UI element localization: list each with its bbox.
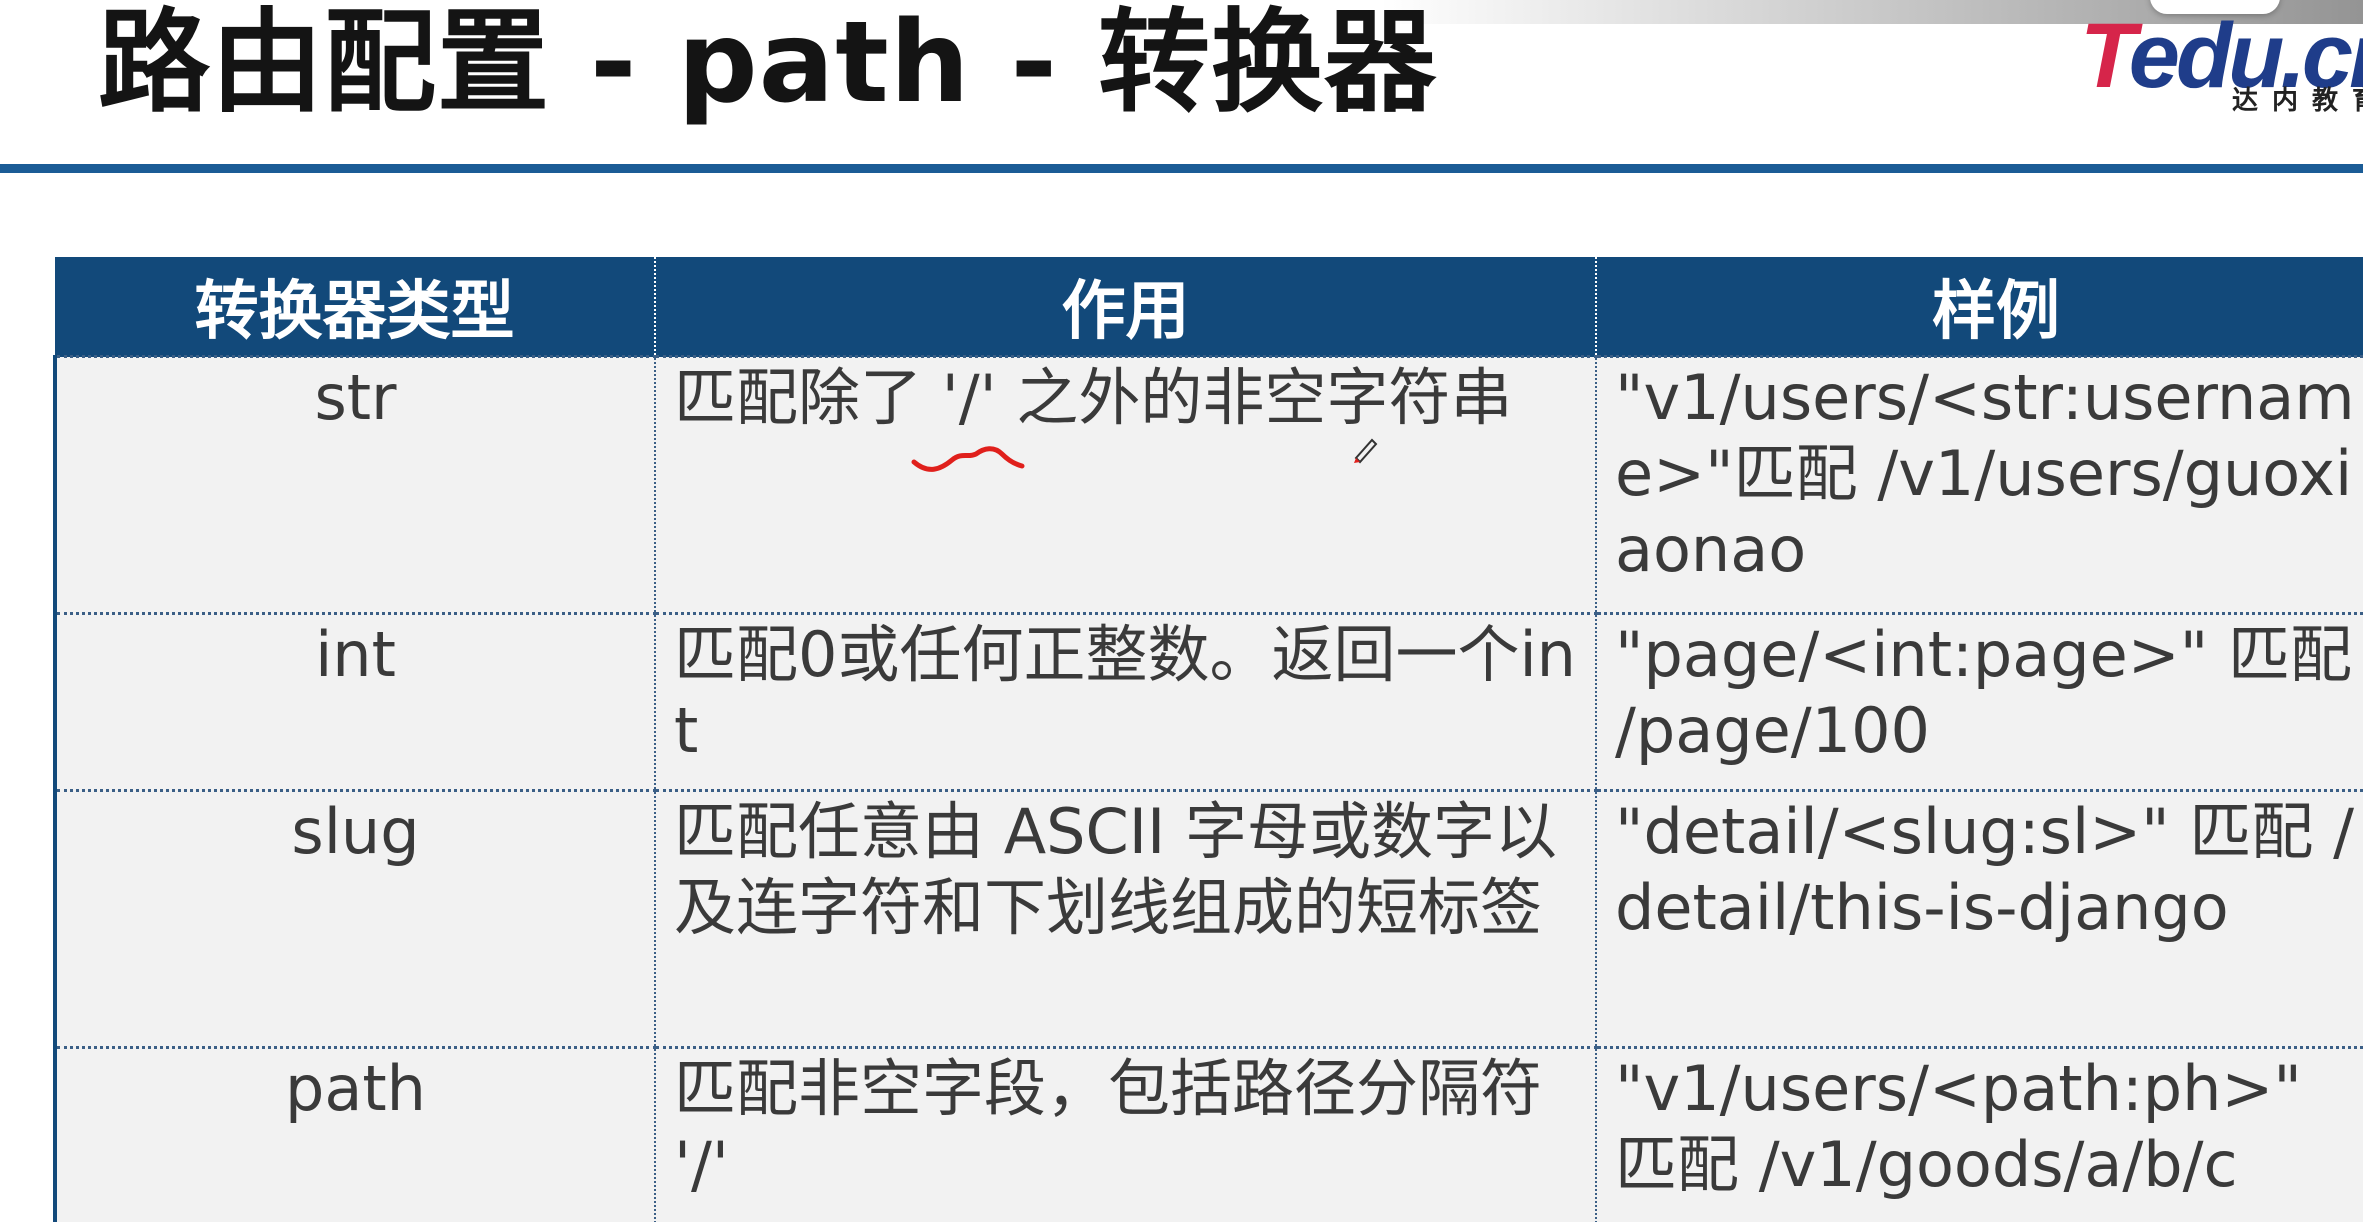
- converter-table: 转换器类型 作用 样例 str 匹配除了 '/' 之外的非空字符串 "v1/us…: [53, 257, 2363, 1222]
- table-header-row: 转换器类型 作用 样例: [55, 257, 2363, 357]
- logo-letter-t: T: [2080, 5, 2133, 107]
- cell-example: "v1/users/<str:username>"匹配 /v1/users/gu…: [1595, 355, 2363, 614]
- converter-table-container: 转换器类型 作用 样例 str 匹配除了 '/' 之外的非空字符串 "v1/us…: [53, 257, 2363, 1222]
- logo-subtitle: 达内教育: [2232, 86, 2363, 116]
- header-divider: [0, 164, 2363, 173]
- tedu-logo: Tedu.cn 达内教育: [2080, 8, 2363, 118]
- table-row: slug 匹配任意由 ASCII 字母或数字以及连字符和下划线组成的短标签 "d…: [53, 789, 2363, 1048]
- slide-header: 路由配置 - path - 转换器 Tedu.cn 达内教育: [0, 0, 2363, 173]
- table-row: str 匹配除了 '/' 之外的非空字符串 "v1/users/<str:use…: [53, 355, 2363, 614]
- header-purpose: 作用: [654, 257, 1596, 357]
- cell-example: "detail/<slug:sl>" 匹配 /detail/this-is-dj…: [1595, 789, 2363, 1048]
- slide-title: 路由配置 - path - 转换器: [98, 0, 1437, 128]
- table-row: int 匹配0或任何正整数。返回一个int "page/<int:page>" …: [53, 612, 2363, 791]
- cell-type: str: [53, 355, 655, 614]
- cell-purpose: 匹配非空字段，包括路径分隔符 '/': [654, 1046, 1596, 1222]
- cell-type: int: [53, 612, 655, 791]
- cell-purpose: 匹配0或任何正整数。返回一个int: [654, 612, 1596, 791]
- cell-type: slug: [53, 789, 655, 1048]
- cell-purpose: 匹配除了 '/' 之外的非空字符串: [654, 355, 1596, 614]
- cell-example: "page/<int:page>" 匹配 /page/100: [1595, 612, 2363, 791]
- cell-type: path: [53, 1046, 655, 1222]
- table-row: path 匹配非空字段，包括路径分隔符 '/' "v1/users/<path:…: [53, 1046, 2363, 1222]
- cell-purpose: 匹配任意由 ASCII 字母或数字以及连字符和下划线组成的短标签: [654, 789, 1596, 1048]
- header-converter-type: 转换器类型: [55, 257, 655, 357]
- cell-example: "v1/users/<path:ph>" 匹配 /v1/goods/a/b/c: [1595, 1046, 2363, 1222]
- header-example: 样例: [1595, 257, 2363, 357]
